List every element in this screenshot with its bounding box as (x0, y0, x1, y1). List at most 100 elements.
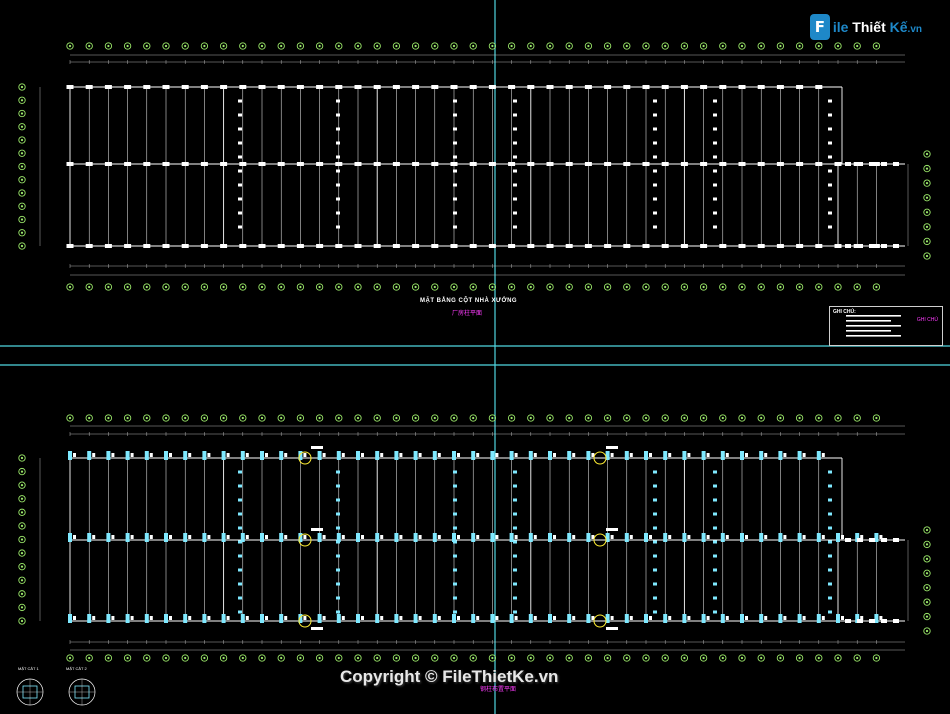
wind-column-mark (453, 211, 457, 215)
column-mark (181, 244, 189, 248)
axis-bubble-top-dot (798, 416, 801, 420)
wind-column-mark (828, 225, 832, 229)
wind-column-mark (713, 211, 717, 215)
logo-text-ile: ile (832, 19, 849, 35)
column-tag-text (629, 616, 633, 620)
axis-bubble-bottom-dot (222, 656, 225, 660)
column-tag (106, 451, 111, 460)
column-tag-text (668, 535, 672, 539)
column-mark (834, 162, 842, 166)
column-tag (797, 614, 802, 623)
axis-bubble-top-dot (587, 44, 590, 48)
column-mark (642, 85, 650, 89)
axis-bubble-top-dot (376, 416, 379, 420)
column-mark (680, 85, 688, 89)
axis-bubble-top-dot (203, 44, 206, 48)
axis-bubble-bottom-dot (702, 656, 705, 660)
column-tag-text (341, 453, 345, 457)
wind-column-mark (713, 99, 717, 103)
column-mark (527, 244, 535, 248)
axis-bubble-top-dot (529, 416, 532, 420)
axis-bubble-top-dot (184, 416, 187, 420)
column-tag (240, 451, 245, 460)
axis-bubble-top-dot (184, 44, 187, 48)
axis-bubble-right-dot (925, 572, 929, 575)
column-tag-text (226, 535, 230, 539)
column-tag-text (610, 535, 614, 539)
wind-column-mark (453, 183, 457, 187)
column-mark (412, 85, 420, 89)
section-label-b: MẶT CẮT 2 (66, 666, 87, 671)
wind-column-mark (453, 554, 457, 558)
column-tag (87, 614, 92, 623)
column-tag (375, 451, 380, 460)
column-mark (776, 85, 784, 89)
column-tag-text (111, 453, 115, 457)
wind-column-mark (336, 582, 340, 586)
column-tag (317, 614, 322, 623)
column-mark-annex (845, 244, 851, 248)
axis-bubble-bottom-dot (414, 285, 417, 289)
column-mark (604, 85, 612, 89)
axis-bubble-left-dot (20, 524, 24, 528)
wind-column-mark (453, 610, 457, 614)
column-tag-text (73, 453, 76, 457)
column-mark-annex (881, 244, 887, 248)
column-tag-text (495, 453, 499, 457)
column-tag-text (169, 616, 172, 620)
axis-bubble-bottom-dot (740, 285, 744, 289)
wind-column-mark (513, 113, 517, 117)
column-tag (490, 533, 495, 542)
column-tag-text (226, 616, 230, 620)
axis-bubble-bottom-dot (817, 656, 820, 660)
column-mark (220, 244, 228, 248)
column-mark (776, 162, 784, 166)
column-tag (317, 451, 322, 460)
column-tag (240, 614, 245, 623)
wind-column-mark (336, 211, 340, 215)
axis-bubble-bottom-dot (395, 656, 398, 660)
column-mark-annex (857, 162, 863, 166)
column-mark (239, 244, 247, 248)
axis-bubble-right-dot (925, 152, 929, 156)
axis-bubble-right-dot (925, 528, 929, 532)
wind-column-mark (828, 183, 832, 187)
section-legend (16, 315, 901, 706)
brand-logo[interactable]: F ile Thiết Kế.vn (810, 12, 922, 42)
wind-column-mark (513, 582, 517, 586)
column-tag-text (73, 535, 76, 539)
column-mark (104, 162, 112, 166)
axis-bubble-left-dot (20, 592, 24, 595)
axis-bubble-bottom-dot (203, 285, 206, 289)
column-tag-text (418, 616, 422, 620)
wind-column-mark (453, 526, 457, 530)
axis-bubble-left-dot (20, 551, 24, 555)
axis-bubble-top-dot (299, 44, 302, 48)
wind-column-mark (238, 141, 242, 145)
axis-bubble-top-dot (625, 416, 628, 420)
axis-bubble-top-dot (817, 44, 820, 48)
column-mark (181, 162, 189, 166)
axis-bubble-bottom-dot (299, 656, 302, 660)
column-tag-text (841, 535, 844, 539)
column-tag-text (533, 535, 537, 539)
column-tag (260, 451, 264, 460)
column-tag (720, 451, 725, 460)
wind-column-mark (336, 197, 340, 201)
wind-column-mark (453, 540, 457, 544)
wind-column-mark (238, 484, 242, 488)
axis-bubble-bottom-dot (529, 656, 532, 660)
axis-bubble-bottom-dot (510, 285, 513, 289)
axis-bubble-top-dot (318, 44, 321, 48)
column-tag (471, 451, 476, 460)
wind-column-mark (453, 225, 457, 229)
column-tag (509, 451, 514, 460)
wind-column-mark (513, 99, 517, 103)
column-tag (87, 533, 92, 542)
axis-bubble-left-dot (20, 470, 24, 473)
column-mark (373, 162, 381, 166)
axis-bubble-top-dot (510, 44, 513, 48)
axis-bubble-bottom-dot (779, 656, 782, 660)
axis-bubble-top-dot (644, 44, 648, 48)
wind-column-mark (238, 582, 242, 586)
